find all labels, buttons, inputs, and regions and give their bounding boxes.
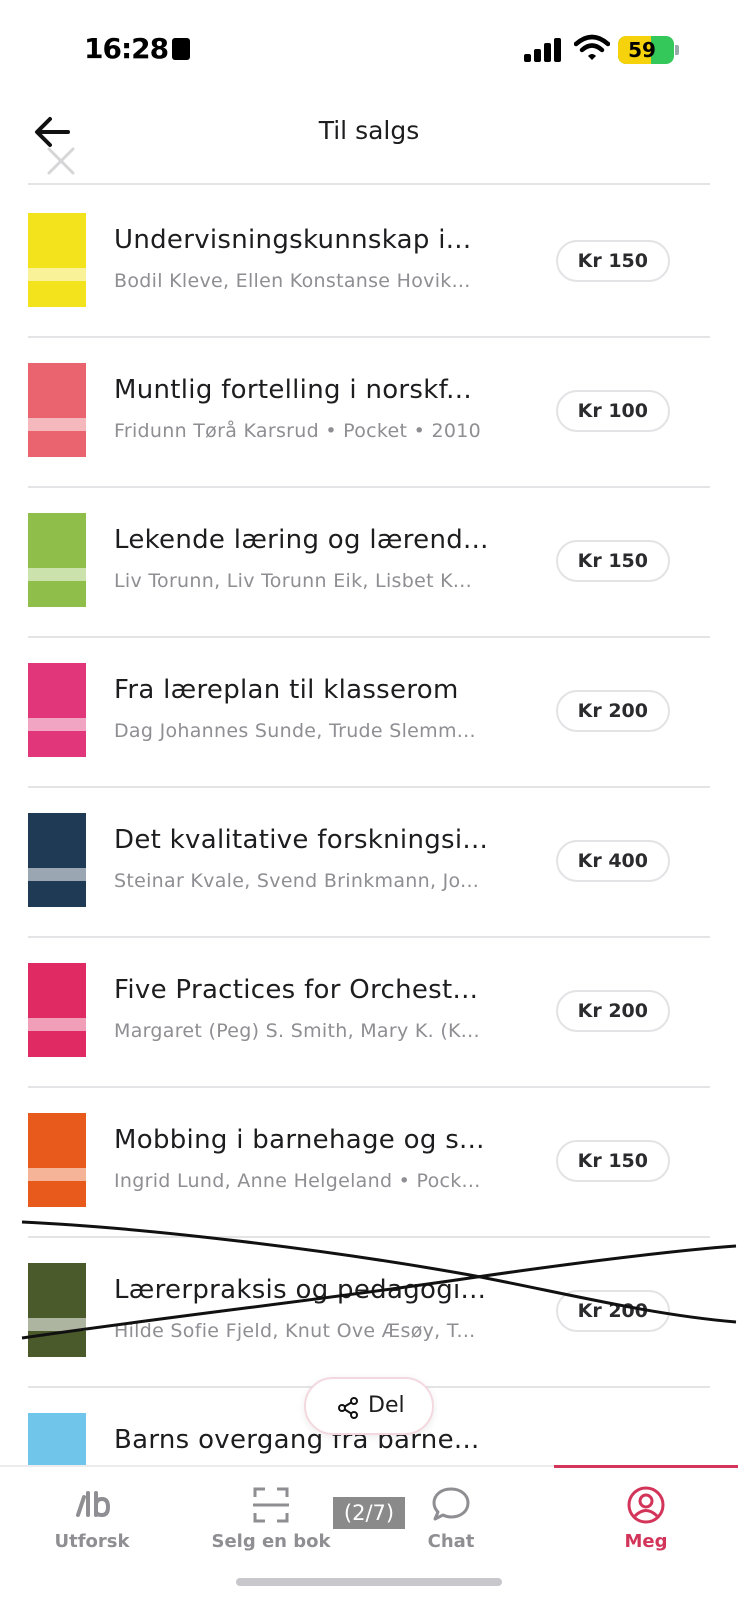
cover-stripe [28, 567, 86, 581]
cover-stripe [28, 417, 86, 431]
person-badge-icon [172, 38, 191, 60]
book-row[interactable]: Lekende læring og lærend... Liv Torunn, L… [0, 485, 738, 638]
home-indicator[interactable] [236, 1578, 502, 1586]
tab-utforsk[interactable]: Utforsk [0, 1467, 184, 1567]
cover-stripe [28, 717, 86, 731]
book-row[interactable]: Lærerpraksis og pedagogi... Hilde Sofie F… [0, 1235, 738, 1388]
cover-stripe [28, 1317, 86, 1331]
price-tag-button[interactable]: Kr 150 [555, 540, 670, 582]
book-cover-image [28, 1263, 86, 1357]
book-row[interactable]: Det kvalitative forskningsi... Steinar Kv… [0, 785, 738, 938]
share-icon [338, 1397, 358, 1419]
price-tag-button[interactable]: Kr 200 [555, 990, 670, 1032]
cover-stripe [28, 1167, 86, 1181]
tab-label: Chat [427, 1531, 475, 1552]
status-bar: 16:28 59 [0, 0, 738, 100]
status-time-text: 16:28 [84, 32, 169, 65]
book-authors: Hilde Sofie Fjeld, Knut Ove Æsøy, T... [114, 1320, 476, 1342]
tab-label: Selg en bok [211, 1531, 331, 1552]
book-title: Muntlig fortelling i norskf... [114, 375, 472, 405]
price-tag-button[interactable]: Kr 150 [555, 1140, 670, 1182]
book-row[interactable]: Undervisningskunnskap i... Bodil Kleve, E… [0, 185, 738, 338]
share-button[interactable]: Del [304, 1377, 434, 1435]
logo-icon [76, 1491, 111, 1518]
book-authors: Bodil Kleve, Ellen Konstanse Hovik... [114, 270, 471, 292]
status-time: 16:28 [84, 32, 191, 65]
scan-icon [253, 1487, 289, 1523]
tab-meg[interactable]: Meg [554, 1467, 738, 1567]
book-title: Lærerpraksis og pedagogi... [114, 1275, 487, 1305]
price-tag-button[interactable]: Kr 100 [555, 390, 670, 432]
price-tag-button[interactable]: Kr 200 [555, 1290, 670, 1332]
wifi-icon [574, 34, 610, 60]
cover-stripe [28, 1017, 86, 1031]
book-cover-image [28, 363, 86, 457]
cover-stripe [28, 867, 86, 881]
price-tag-button[interactable]: Kr 150 [555, 240, 670, 282]
price-tag-button[interactable]: Kr 400 [555, 840, 670, 882]
book-cover-image [28, 213, 86, 307]
close-icon [47, 147, 75, 175]
battery-icon: 59 [618, 36, 674, 64]
tab-label: Meg [624, 1531, 668, 1552]
book-cover-image [28, 513, 86, 607]
book-authors: Margaret (Peg) S. Smith, Mary K. (K... [114, 1020, 480, 1042]
page-title: Til salgs [318, 116, 420, 145]
book-cover-image [28, 813, 86, 907]
book-row[interactable]: Muntlig fortelling i norskf... Fridunn Tø… [0, 335, 738, 488]
book-authors: Steinar Kvale, Svend Brinkmann, Jo... [114, 870, 480, 892]
book-title: Undervisningskunnskap i... [114, 225, 472, 255]
book-cover-image [28, 1113, 86, 1207]
book-authors: Ingrid Lund, Anne Helgeland • Pock... [114, 1170, 481, 1192]
book-row[interactable]: Five Practices for Orchest... Margaret (P… [0, 935, 738, 1088]
book-authors: Liv Torunn, Liv Torunn Eik, Lisbet K... [114, 570, 472, 592]
page-counter: (2/7) [333, 1497, 405, 1529]
book-cover-image [28, 963, 86, 1057]
book-title: Five Practices for Orchest... [114, 975, 479, 1005]
book-title: Fra læreplan til klasserom [114, 675, 459, 705]
battery-tip [675, 45, 679, 55]
book-cover-image [28, 663, 86, 757]
book-title: Lekende læring og lærend... [114, 525, 489, 555]
cover-stripe [28, 267, 86, 281]
profile-icon [627, 1486, 665, 1524]
book-title: Det kvalitative forskningsi... [114, 825, 489, 855]
book-title: Barns overgang fra barne... [114, 1425, 480, 1455]
header: Til salgs [0, 100, 738, 184]
chat-icon [432, 1487, 470, 1521]
book-authors: Fridunn Tørå Karsrud • Pocket • 2010 [114, 420, 482, 442]
price-tag-button[interactable]: Kr 200 [555, 690, 670, 732]
book-authors: Dag Johannes Sunde, Trude Slemm... [114, 720, 476, 742]
share-label: Del [368, 1393, 405, 1418]
book-row[interactable]: Fra læreplan til klasserom Dag Johannes S… [0, 635, 738, 788]
signal-icon [524, 38, 561, 62]
tab-label: Utforsk [54, 1531, 130, 1552]
book-row[interactable]: Mobbing i barnehage og s... Ingrid Lund, … [0, 1085, 738, 1238]
battery-percent: 59 [628, 38, 656, 62]
book-title: Mobbing i barnehage og s... [114, 1125, 485, 1155]
